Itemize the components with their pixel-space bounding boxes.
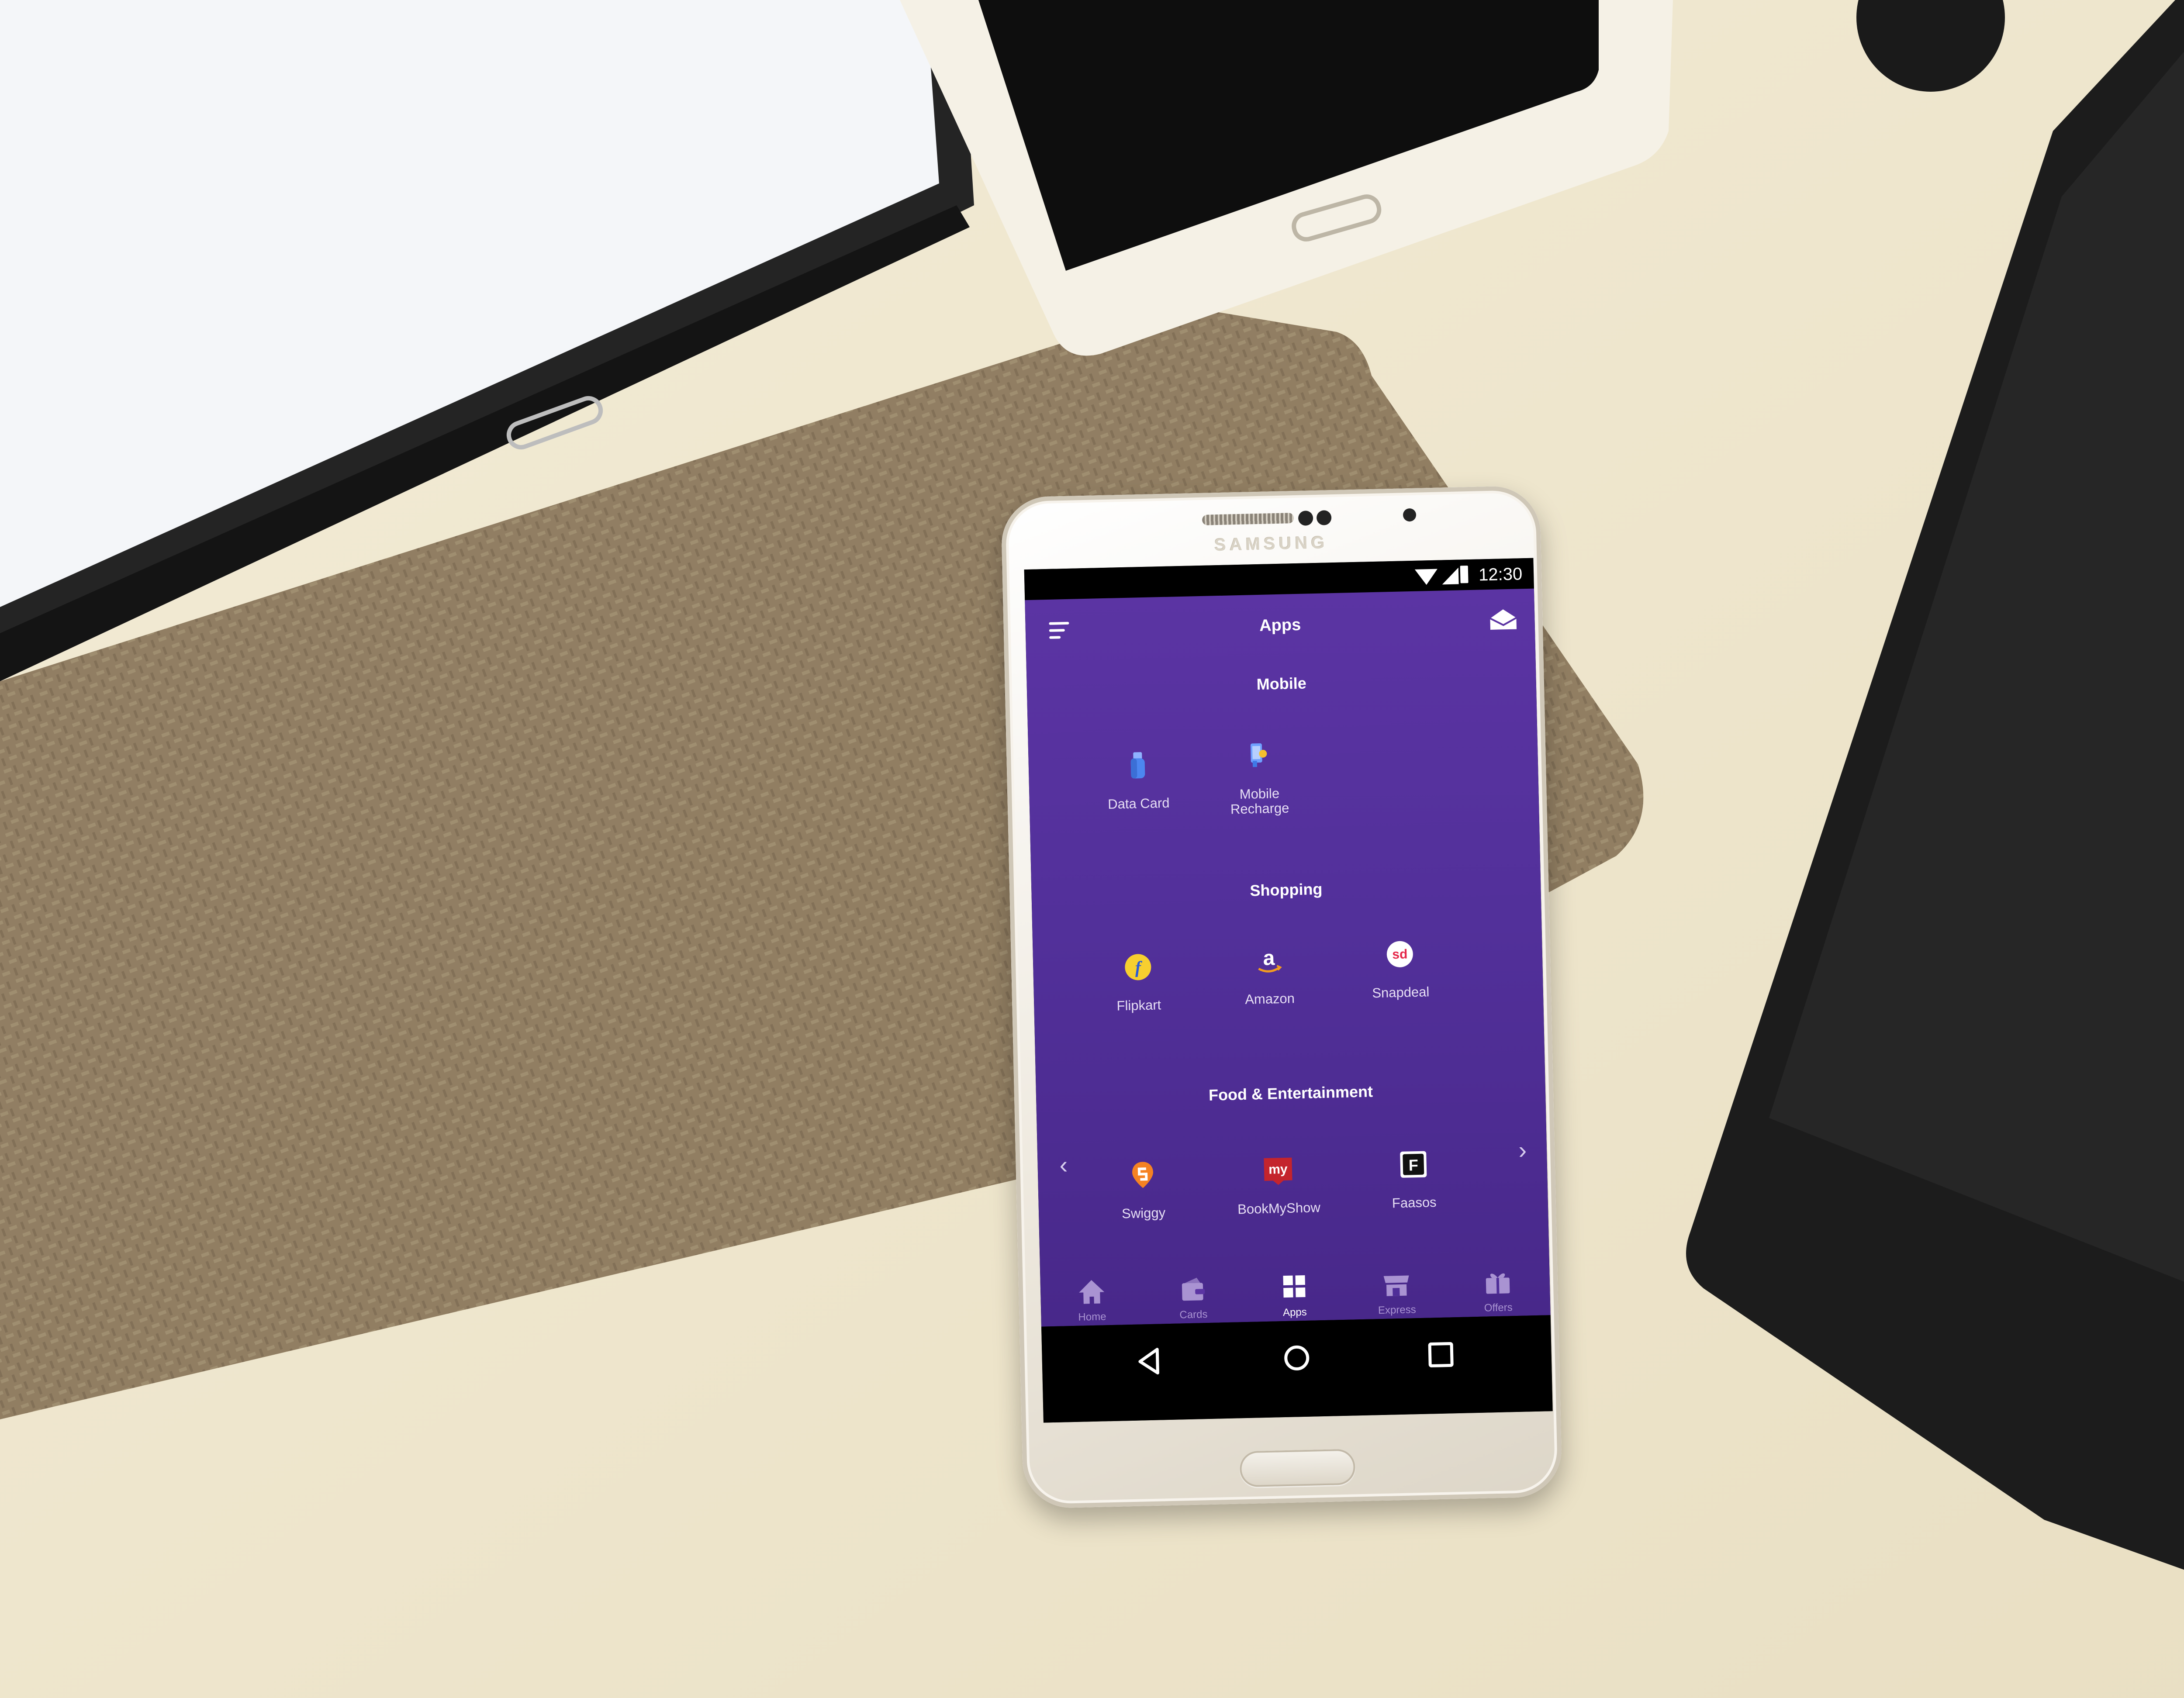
cards-icon	[1182, 1277, 1205, 1301]
amazon-logo-icon: a	[1258, 946, 1282, 973]
app-tile-data-card[interactable]: Data Card	[1076, 747, 1200, 812]
app-label: Snapdeal	[1372, 984, 1430, 1001]
tab-apps[interactable]: Apps	[1244, 1273, 1345, 1320]
app-label: Mobile Recharge	[1230, 785, 1289, 817]
back-icon[interactable]	[1133, 1346, 1165, 1377]
express-store-icon	[1383, 1275, 1409, 1296]
usb-stick-icon	[1130, 752, 1145, 779]
flipkart-logo-icon: f	[1125, 954, 1151, 980]
phone-screen: 12:30 Apps Mobile Data Card Mobile Recha…	[1024, 558, 1553, 1423]
device-brand: SAMSUNG	[1214, 533, 1329, 555]
tab-express[interactable]: Express	[1346, 1270, 1447, 1318]
svg-text:F: F	[1408, 1156, 1418, 1174]
app-tile-flipkart[interactable]: f Flipkart	[1077, 949, 1200, 1014]
front-led-icon	[1403, 508, 1417, 522]
cell-signal-icon	[1441, 567, 1459, 585]
app-tile-amazon[interactable]: a Amazon	[1207, 942, 1331, 1008]
app-tile-mobile-recharge[interactable]: Mobile Recharge	[1197, 738, 1321, 818]
app-label: Flipkart	[1116, 997, 1161, 1014]
home-circle-icon[interactable]	[1281, 1343, 1313, 1374]
svg-text:my: my	[1268, 1162, 1288, 1177]
app-label: Data Card	[1107, 795, 1170, 812]
wifi-icon	[1414, 569, 1438, 585]
app-tile-bookmyshow[interactable]: my BookMyShow	[1216, 1152, 1340, 1217]
svg-text:a: a	[1263, 946, 1275, 970]
apps-grid-icon	[1283, 1275, 1306, 1298]
status-time: 12:30	[1478, 564, 1523, 585]
tab-offers[interactable]: Offers	[1447, 1268, 1548, 1315]
section-title-shopping: Shopping	[1249, 880, 1323, 900]
tab-label: Home	[1078, 1311, 1106, 1323]
tab-cards[interactable]: Cards	[1142, 1275, 1244, 1322]
app-label: BookMyShow	[1237, 1200, 1321, 1217]
smartphone: SAMSUNG 12:30 Apps Mobile Data Card Mobi…	[1000, 485, 1563, 1509]
tab-label: Offers	[1484, 1301, 1513, 1314]
svg-text:sd: sd	[1392, 947, 1408, 962]
tab-label: Apps	[1282, 1306, 1307, 1319]
earpiece-speaker	[1202, 513, 1294, 525]
hardware-home-button[interactable]	[1239, 1449, 1356, 1487]
snapdeal-logo-icon: sd	[1386, 941, 1413, 967]
recents-square-icon[interactable]	[1425, 1339, 1457, 1370]
app-label: Faasos	[1392, 1194, 1437, 1211]
app-tile-snapdeal[interactable]: sd Snapdeal	[1338, 936, 1462, 1001]
front-camera-icon	[1298, 511, 1313, 526]
carousel-next-arrow-icon[interactable]: ›	[1518, 1135, 1527, 1164]
bookmyshow-logo-icon: my	[1264, 1157, 1292, 1185]
battery-icon	[1460, 566, 1469, 583]
carousel-prev-arrow-icon[interactable]: ‹	[1059, 1150, 1068, 1179]
faasos-logo-icon: F	[1400, 1151, 1427, 1178]
home-icon	[1079, 1280, 1105, 1304]
section-title-mobile: Mobile	[1256, 674, 1307, 694]
section-title-food-entertainment: Food & Entertainment	[1208, 1082, 1373, 1104]
system-navigation-bar	[1041, 1315, 1553, 1423]
page-title: Apps	[1259, 615, 1301, 635]
tab-home[interactable]: Home	[1041, 1277, 1143, 1324]
app-tile-swiggy[interactable]: Swiggy	[1081, 1157, 1205, 1222]
apps-screen: Apps Mobile Data Card Mobile Recharge Sh…	[1025, 588, 1551, 1327]
app-tile-faasos[interactable]: F Faasos	[1352, 1146, 1476, 1211]
tab-label: Cards	[1179, 1308, 1208, 1321]
tab-label: Express	[1378, 1304, 1416, 1317]
gift-icon	[1486, 1273, 1510, 1294]
swiggy-logo-icon	[1132, 1162, 1154, 1188]
mobile-recharge-icon	[1250, 743, 1267, 767]
app-label: Swiggy	[1121, 1205, 1166, 1222]
proximity-sensor-icon	[1316, 510, 1332, 525]
app-label: Amazon	[1244, 990, 1295, 1007]
mail-inbox-icon[interactable]	[1489, 608, 1517, 631]
